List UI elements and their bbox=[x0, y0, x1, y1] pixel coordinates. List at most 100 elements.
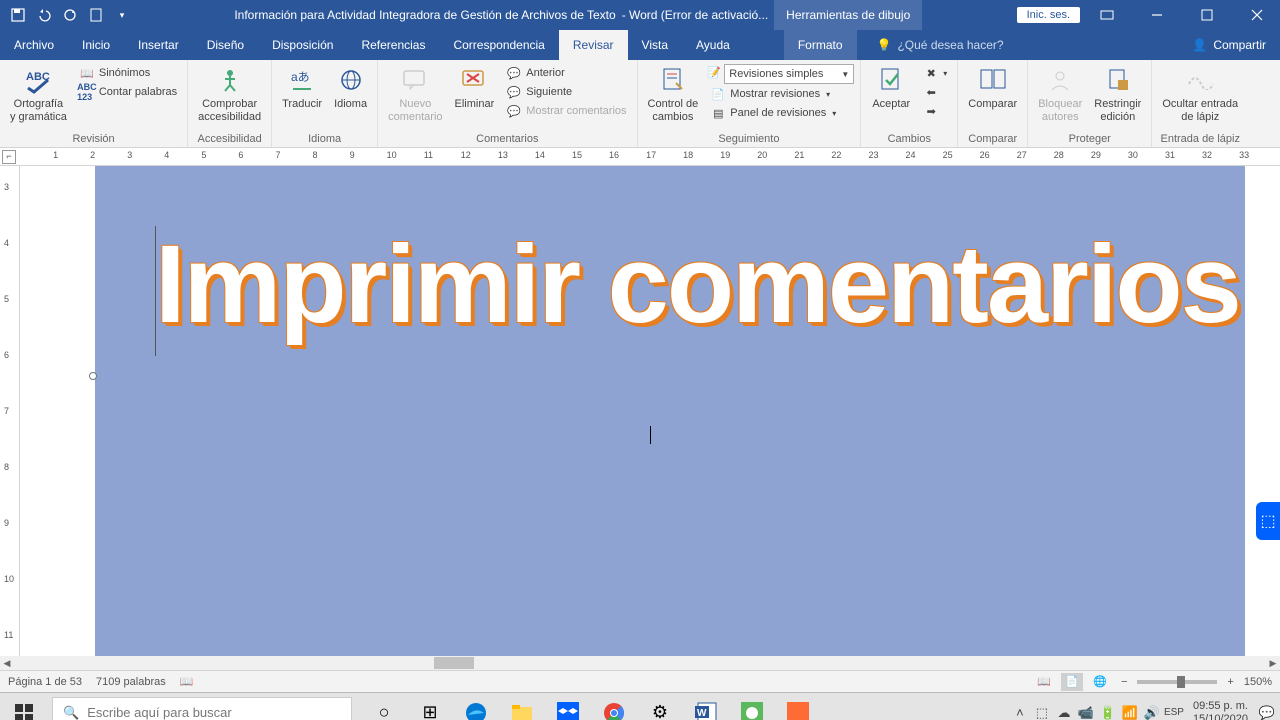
minimize-icon[interactable] bbox=[1134, 0, 1180, 30]
chrome-icon[interactable] bbox=[594, 693, 634, 720]
group-tracking: Control de cambios 📝 Revisiones simples▼… bbox=[638, 60, 862, 147]
wordcount-button[interactable]: ABC123Contar palabras bbox=[75, 83, 181, 101]
notifications-icon[interactable]: 💬 bbox=[1258, 704, 1276, 720]
track-changes-button[interactable]: Control de cambios bbox=[644, 62, 703, 126]
drawing-tools-tab[interactable]: Herramientas de dibujo bbox=[774, 0, 922, 30]
undo-icon[interactable] bbox=[32, 3, 56, 27]
taskbar-clock[interactable]: 09:55 p. m. 15/10/2020 bbox=[1187, 700, 1254, 720]
tab-referencias[interactable]: Referencias bbox=[347, 30, 439, 60]
tell-me-search[interactable]: 💡 ¿Qué desea hacer? bbox=[857, 30, 1179, 60]
group-compare: Comparar Comparar bbox=[958, 60, 1028, 147]
web-layout-icon[interactable]: 🌐 bbox=[1089, 673, 1111, 691]
tab-ayuda[interactable]: Ayuda bbox=[682, 30, 744, 60]
language-button[interactable]: Idioma bbox=[330, 62, 371, 113]
horizontal-scrollbar[interactable]: ◀ ▶ bbox=[0, 656, 1280, 670]
print-layout-icon[interactable]: 📄 bbox=[1061, 673, 1083, 691]
tray-dropbox-icon[interactable]: ⬚ bbox=[1033, 704, 1051, 720]
show-markup-icon: 📄 bbox=[710, 86, 726, 102]
read-mode-icon[interactable]: 📖 bbox=[1033, 673, 1055, 691]
scroll-thumb[interactable] bbox=[434, 657, 474, 669]
resize-handle-left[interactable] bbox=[89, 372, 97, 380]
word-count[interactable]: 7109 palabras bbox=[96, 676, 166, 688]
tab-revisar[interactable]: Revisar bbox=[559, 30, 628, 60]
tray-volume-icon[interactable]: 🔊 bbox=[1143, 704, 1161, 720]
tray-language-icon[interactable]: ESP bbox=[1165, 704, 1183, 720]
maximize-icon[interactable] bbox=[1184, 0, 1230, 30]
next-comment-button[interactable]: 💬Siguiente bbox=[502, 83, 630, 101]
tab-archivo[interactable]: Archivo bbox=[0, 30, 68, 60]
word-icon[interactable]: W bbox=[686, 693, 726, 720]
start-button[interactable] bbox=[0, 693, 48, 720]
tray-chevron-icon[interactable]: ˄ bbox=[1011, 704, 1029, 720]
signin-button[interactable]: Inic. ses. bbox=[1017, 7, 1080, 23]
tab-inicio[interactable]: Inicio bbox=[68, 30, 124, 60]
restrict-editing-button[interactable]: Restringir edición bbox=[1090, 62, 1145, 126]
track-display-dropdown[interactable]: Revisiones simples▼ bbox=[724, 64, 854, 84]
compare-button[interactable]: Comparar bbox=[964, 62, 1021, 113]
recorder-icon[interactable] bbox=[778, 693, 818, 720]
track-display-icon: 📝 bbox=[706, 64, 722, 80]
svg-text:W: W bbox=[697, 708, 707, 719]
dropbox-icon[interactable] bbox=[548, 693, 588, 720]
tab-selector-icon[interactable]: ⌐ bbox=[2, 150, 16, 164]
tab-formato[interactable]: Formato bbox=[784, 30, 857, 60]
reviewing-pane-button[interactable]: ▤Panel de revisiones▾ bbox=[706, 104, 854, 122]
scroll-right-icon[interactable]: ▶ bbox=[1266, 656, 1280, 670]
redo-icon[interactable] bbox=[58, 3, 82, 27]
taskbar-search[interactable]: 🔍 Escribe aquí para buscar bbox=[52, 697, 352, 720]
app-suffix-text: - Word (Error de activació... bbox=[622, 8, 768, 22]
document-canvas[interactable]: Imprimir comentarios bbox=[20, 166, 1280, 656]
share-label: Compartir bbox=[1213, 38, 1266, 52]
tab-disposicion[interactable]: Disposición bbox=[258, 30, 347, 60]
zoom-out-icon[interactable]: − bbox=[1117, 676, 1131, 688]
group-comments: Nuevo comentario Eliminar 💬Anterior 💬Sig… bbox=[378, 60, 637, 147]
group-protect: Bloquear autores Restringir edición Prot… bbox=[1028, 60, 1152, 147]
zoom-level[interactable]: 150% bbox=[1244, 676, 1272, 688]
task-view-icon[interactable]: ⊞ bbox=[410, 693, 450, 720]
tray-battery-icon[interactable]: 🔋 bbox=[1099, 704, 1117, 720]
save-icon[interactable] bbox=[6, 3, 30, 27]
ribbon-display-icon[interactable] bbox=[1084, 0, 1130, 30]
tab-correspondencia[interactable]: Correspondencia bbox=[439, 30, 558, 60]
tab-insertar[interactable]: Insertar bbox=[124, 30, 193, 60]
vertical-ruler[interactable]: 34567891011 bbox=[0, 166, 20, 656]
settings-icon[interactable]: ⚙ bbox=[640, 693, 680, 720]
zoom-slider[interactable] bbox=[1137, 680, 1217, 684]
prev-change-button[interactable]: ⬅ bbox=[919, 83, 951, 101]
delete-comment-icon bbox=[458, 64, 490, 96]
delete-comment-label: Eliminar bbox=[455, 98, 495, 111]
share-button[interactable]: 👤 Compartir bbox=[1178, 30, 1280, 60]
tab-diseno[interactable]: Diseño bbox=[193, 30, 258, 60]
previous-comment-button[interactable]: 💬Anterior bbox=[502, 64, 630, 82]
edge-icon[interactable] bbox=[456, 693, 496, 720]
text-box[interactable]: Imprimir comentarios bbox=[155, 221, 1225, 441]
qat-dropdown-icon[interactable]: ▾ bbox=[110, 3, 134, 27]
wordart-text[interactable]: Imprimir comentarios bbox=[155, 221, 1225, 348]
close-icon[interactable] bbox=[1234, 0, 1280, 30]
accept-button[interactable]: Aceptar bbox=[867, 62, 915, 113]
hide-ink-button[interactable]: Ocultar entrada de lápiz bbox=[1158, 62, 1242, 126]
horizontal-ruler[interactable]: ⌐ 12345678910111213141516171819202122232… bbox=[0, 148, 1280, 166]
tab-vista[interactable]: Vista bbox=[628, 30, 682, 60]
synonyms-button[interactable]: 📖Sinónimos bbox=[75, 64, 181, 82]
page-indicator[interactable]: Página 1 de 53 bbox=[8, 676, 82, 688]
tray-wifi-icon[interactable]: 📶 bbox=[1121, 704, 1139, 720]
tray-onedrive-icon[interactable]: ☁ bbox=[1055, 704, 1073, 720]
spell-check-icon[interactable]: 📖 bbox=[180, 675, 194, 688]
next-change-button[interactable]: ➡ bbox=[919, 102, 951, 120]
translate-button[interactable]: aあ Traducir bbox=[278, 62, 326, 113]
show-markup-button[interactable]: 📄Mostrar revisiones▾ bbox=[706, 85, 854, 103]
zoom-in-icon[interactable]: + bbox=[1223, 676, 1237, 688]
cortana-icon[interactable]: ○ bbox=[364, 693, 404, 720]
tray-camera-icon[interactable]: 📹 bbox=[1077, 704, 1095, 720]
reject-button[interactable]: ✖▾ bbox=[919, 64, 951, 82]
dropbox-badge-icon[interactable]: ⬚ bbox=[1256, 502, 1280, 540]
spelling-button[interactable]: ABC Ortografía y gramática bbox=[6, 62, 71, 126]
clock-date: 15/10/2020 bbox=[1193, 713, 1248, 720]
delete-comment-button[interactable]: Eliminar bbox=[451, 62, 499, 113]
new-doc-icon[interactable] bbox=[84, 3, 108, 27]
accessibility-button[interactable]: Comprobar accesibilidad bbox=[194, 62, 265, 126]
explorer-icon[interactable] bbox=[502, 693, 542, 720]
camtasia-icon[interactable] bbox=[732, 693, 772, 720]
scroll-left-icon[interactable]: ◀ bbox=[0, 656, 14, 670]
